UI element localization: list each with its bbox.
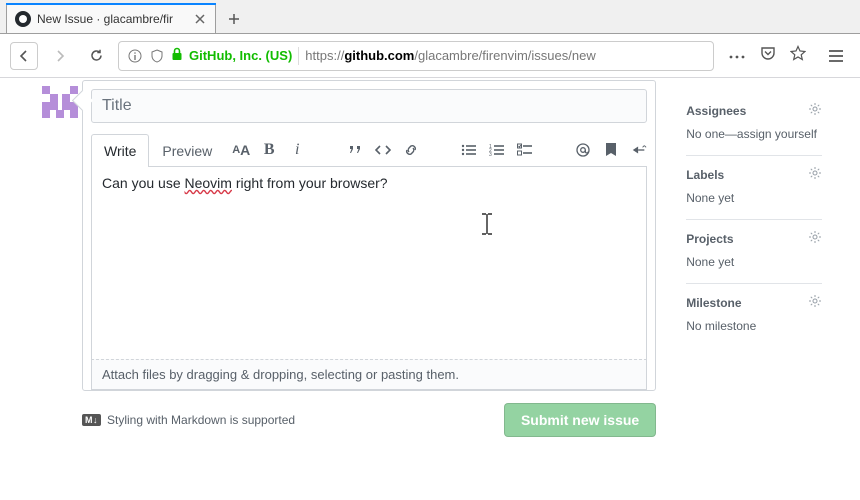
reload-button[interactable] xyxy=(82,42,110,70)
issue-sidebar: Assignees No one—assign yourself Labels … xyxy=(656,80,822,500)
italic-icon[interactable]: i xyxy=(289,142,305,158)
projects-value: None yet xyxy=(686,255,822,269)
browser-tab[interactable]: New Issue · glacambre/fir xyxy=(6,3,216,33)
page-actions-icon[interactable] xyxy=(728,47,746,65)
preview-tab[interactable]: Preview xyxy=(149,134,225,167)
numbered-list-icon[interactable]: 123 xyxy=(489,142,505,158)
link-icon[interactable] xyxy=(403,142,419,158)
assignees-gear-icon[interactable] xyxy=(808,102,822,119)
new-issue-form: Write Preview AA B i xyxy=(82,80,656,391)
browser-toolbar: GitHub, Inc. (US) https://github.com/gla… xyxy=(0,34,860,78)
reference-icon[interactable] xyxy=(631,142,647,158)
svg-text:3: 3 xyxy=(489,152,492,157)
browser-tab-bar: New Issue · glacambre/fir xyxy=(0,0,860,34)
issue-title-input[interactable] xyxy=(91,89,647,123)
milestone-gear-icon[interactable] xyxy=(808,294,822,311)
assignees-value[interactable]: No one—assign yourself xyxy=(686,127,822,141)
task-list-icon[interactable] xyxy=(517,142,533,158)
issue-body-textarea[interactable]: Can you use Neovim right from your brows… xyxy=(91,167,647,363)
site-identity: GitHub, Inc. (US) xyxy=(189,48,292,63)
bullet-list-icon[interactable] xyxy=(461,142,477,158)
write-tab[interactable]: Write xyxy=(91,134,149,167)
mention-icon[interactable] xyxy=(575,142,591,158)
submit-new-issue-button[interactable]: Submit new issue xyxy=(504,403,656,437)
code-icon[interactable] xyxy=(375,142,391,158)
urlbar-separator xyxy=(298,47,299,65)
info-icon xyxy=(127,48,143,64)
url-bar[interactable]: GitHub, Inc. (US) https://github.com/gla… xyxy=(118,41,714,71)
labels-gear-icon[interactable] xyxy=(808,166,822,183)
github-favicon xyxy=(15,11,31,27)
close-tab-icon[interactable] xyxy=(193,12,207,26)
back-button[interactable] xyxy=(10,42,38,70)
projects-gear-icon[interactable] xyxy=(808,230,822,247)
bold-icon[interactable]: B xyxy=(261,142,277,158)
quote-icon[interactable] xyxy=(347,142,363,158)
labels-value: None yet xyxy=(686,191,822,205)
markdown-hint[interactable]: M↓ Styling with Markdown is supported xyxy=(82,413,295,427)
pocket-icon[interactable] xyxy=(760,45,776,66)
saved-reply-icon[interactable] xyxy=(603,142,619,158)
milestone-value: No milestone xyxy=(686,319,822,333)
url-text: https://github.com/glacambre/firenvim/is… xyxy=(305,48,595,63)
labels-heading: Labels xyxy=(686,168,724,182)
forward-button[interactable] xyxy=(46,42,74,70)
new-tab-button[interactable] xyxy=(220,5,248,33)
assignees-heading: Assignees xyxy=(686,104,746,118)
tab-title: New Issue · glacambre/fir xyxy=(37,12,187,26)
heading-icon[interactable]: AA xyxy=(233,142,249,158)
attach-files-hint[interactable]: Attach files by dragging & dropping, sel… xyxy=(91,359,647,390)
bookmark-star-icon[interactable] xyxy=(790,45,806,66)
milestone-heading: Milestone xyxy=(686,296,741,310)
lock-icon xyxy=(171,47,183,64)
markdown-badge-icon: M↓ xyxy=(82,414,101,426)
projects-heading: Projects xyxy=(686,232,733,246)
tracking-shield-icon xyxy=(149,48,165,64)
page-content: Write Preview AA B i xyxy=(0,78,860,500)
browser-menu-button[interactable] xyxy=(822,42,850,70)
